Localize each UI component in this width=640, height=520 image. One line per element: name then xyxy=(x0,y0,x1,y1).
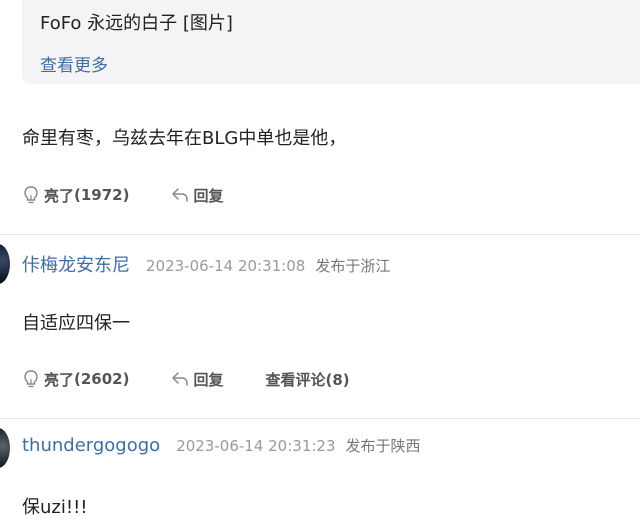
location: 发布于陕西 xyxy=(345,437,421,455)
like-button[interactable]: 亮了 (2602) xyxy=(22,369,129,390)
username[interactable]: thundergogogo xyxy=(22,435,160,456)
reply-arrow-icon xyxy=(172,372,189,386)
username[interactable]: 佧梅龙安东尼 xyxy=(22,251,130,277)
comment-body: 自适应四保一 xyxy=(22,313,130,334)
comment-actions: 亮了 (2602) 回复 查看评论(8) xyxy=(22,368,350,390)
timestamp: 2023-06-14 20:31:23 xyxy=(176,437,336,455)
timestamp: 2023-06-14 20:31:08 xyxy=(146,257,306,275)
lightbulb-icon xyxy=(24,186,38,204)
avatar[interactable] xyxy=(0,244,10,284)
lightbulb-icon xyxy=(24,370,38,388)
reply-actions: 亮了 (1972) 回复 xyxy=(22,184,224,206)
avatar[interactable] xyxy=(0,428,10,468)
comment-meta: thundergogogo 2023-06-14 20:31:23 发布于陕西 xyxy=(22,435,421,456)
like-label: 亮了 xyxy=(44,186,75,205)
comment-body: 保uzi!!! xyxy=(22,497,88,518)
quoted-reply-text: FoFo 永远的白子 [图片] xyxy=(40,13,233,34)
reply-arrow-icon xyxy=(172,188,189,202)
quoted-reply-box: FoFo 永远的白子 [图片] 查看更多 xyxy=(22,0,640,84)
divider xyxy=(0,234,640,235)
like-label: 亮了 xyxy=(44,370,75,389)
like-count: (2602) xyxy=(74,370,130,388)
divider xyxy=(0,418,640,419)
comment-meta: 佧梅龙安东尼 2023-06-14 20:31:08 发布于浙江 xyxy=(22,251,390,277)
view-more-link[interactable]: 查看更多 xyxy=(40,51,108,76)
like-button[interactable]: 亮了 (1972) xyxy=(22,185,129,206)
view-comments-button[interactable]: 查看评论(8) xyxy=(266,369,350,390)
reply-button[interactable]: 回复 xyxy=(171,369,224,390)
like-count: (1972) xyxy=(74,186,130,204)
view-comments-label: 查看评论(8) xyxy=(265,370,350,389)
reply-label: 回复 xyxy=(193,186,224,205)
location: 发布于浙江 xyxy=(315,257,391,275)
reply-label: 回复 xyxy=(193,370,224,389)
reply-body-text: 命里有枣，乌兹去年在BLG中单也是他， xyxy=(22,128,347,149)
reply-button[interactable]: 回复 xyxy=(171,185,224,206)
